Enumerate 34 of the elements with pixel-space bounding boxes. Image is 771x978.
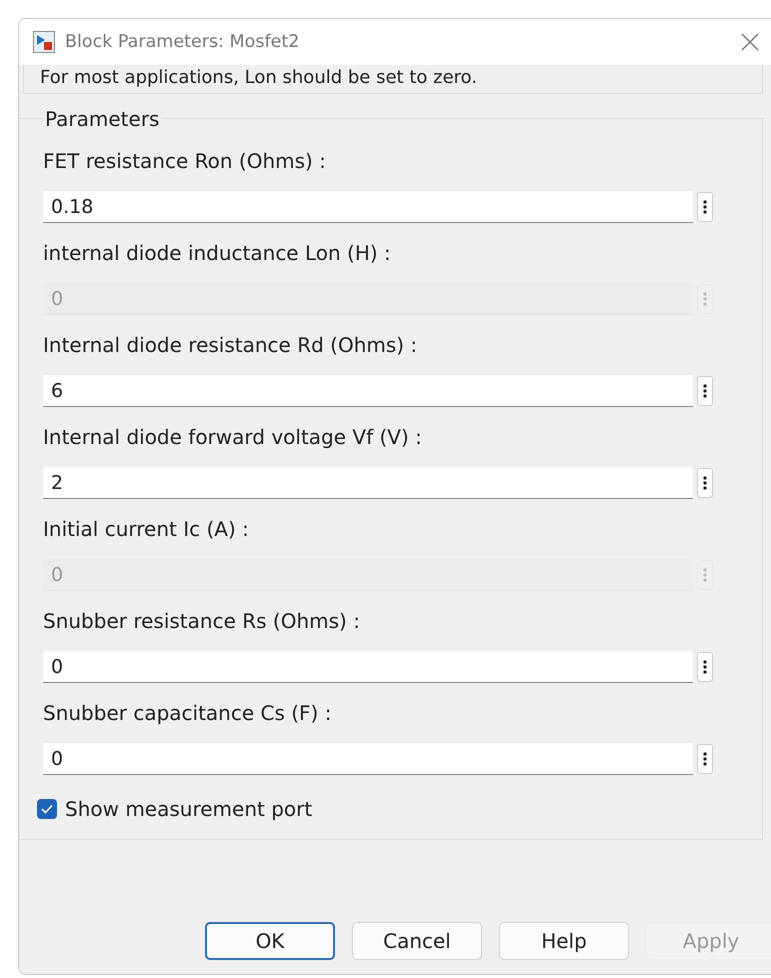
field-label: Internal diode forward voltage Vf (V) : — [43, 425, 422, 449]
description-text: For most applications, Lon should be set to zero. — [40, 67, 478, 88]
more-icon — [703, 752, 707, 766]
field-label: Initial current Ic (A) : — [43, 517, 249, 541]
block-icon — [33, 31, 55, 53]
more-icon — [703, 568, 707, 582]
more-icon — [703, 476, 707, 490]
more-icon — [703, 660, 707, 674]
field-label: Snubber resistance Rs (Ohms) : — [43, 609, 360, 633]
dialog-button[interactable]: Cancel — [352, 922, 482, 960]
dialog-button[interactable]: OK — [205, 922, 335, 960]
checkbox[interactable] — [37, 799, 57, 819]
parameter-field[interactable]: 0.18 — [43, 191, 693, 223]
more-button[interactable] — [697, 192, 713, 222]
more-button[interactable] — [697, 652, 713, 682]
window-title: Block Parameters: Mosfet2 — [65, 32, 300, 52]
parameter-field[interactable]: 0 — [43, 743, 693, 775]
more-button[interactable] — [697, 744, 713, 774]
parameter-field[interactable]: 6 — [43, 375, 693, 407]
more-icon — [703, 292, 707, 306]
check-icon — [41, 804, 53, 814]
parameter-field[interactable]: 0 — [43, 651, 693, 683]
dialog-button[interactable]: Help — [499, 922, 629, 960]
field-label: Snubber capacitance Cs (F) : — [43, 701, 332, 725]
close-icon[interactable] — [741, 33, 759, 51]
more-button[interactable] — [697, 468, 713, 498]
field-label: FET resistance Ron (Ohms) : — [43, 149, 326, 173]
field-label: internal diode inductance Lon (H) : — [43, 241, 391, 265]
more-icon — [703, 384, 707, 398]
field-label: Internal diode resistance Rd (Ohms) : — [43, 333, 418, 357]
more-button[interactable] — [697, 376, 713, 406]
checkbox-label: Show measurement port — [65, 797, 312, 821]
parameter-field[interactable]: 2 — [43, 467, 693, 499]
more-icon — [703, 200, 707, 214]
